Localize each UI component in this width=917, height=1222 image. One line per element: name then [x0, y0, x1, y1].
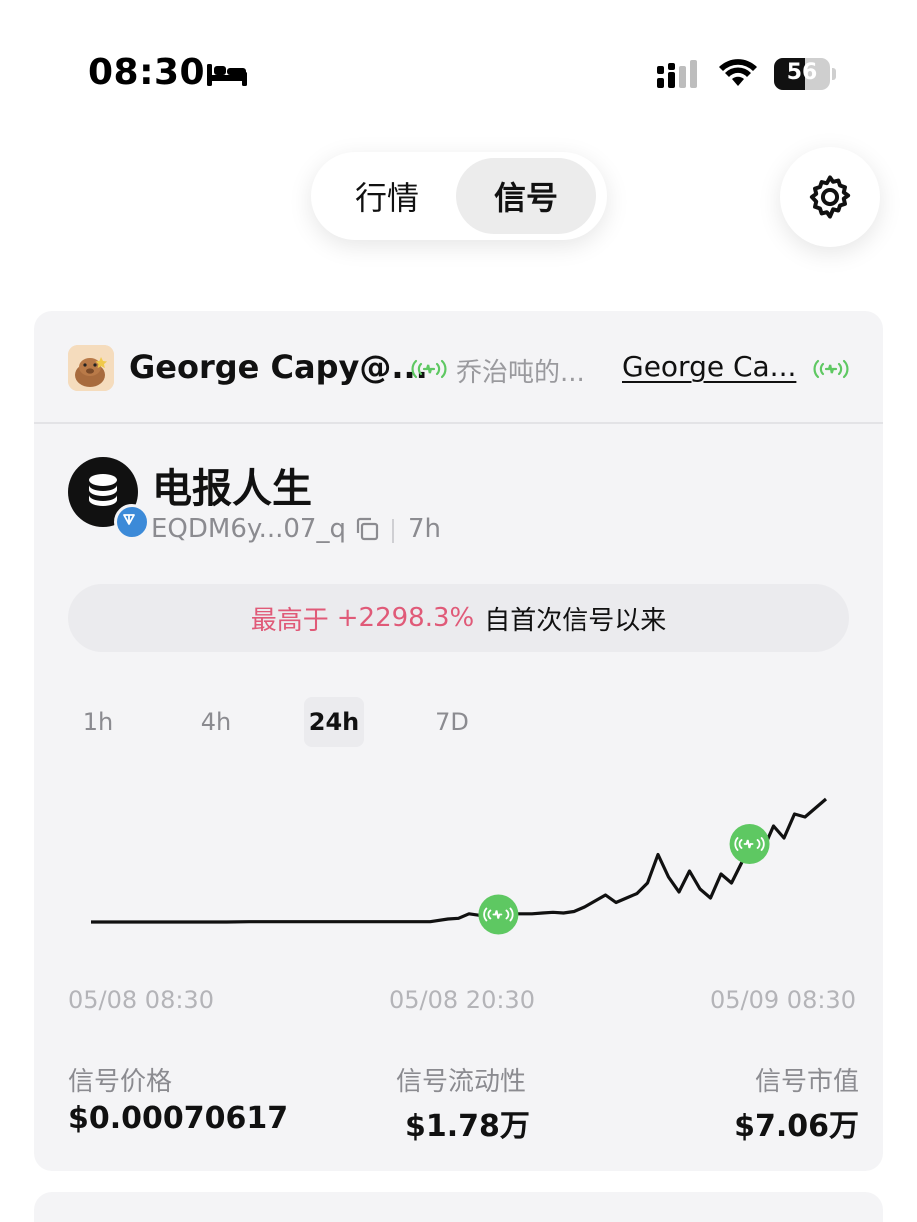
top-tab-switcher: 行情 信号 — [311, 152, 607, 240]
gain-percentage: +2298.3% — [336, 603, 475, 633]
range-tab-24h[interactable]: 24h — [304, 697, 364, 747]
sender-name[interactable]: George Capy@... — [129, 348, 428, 386]
x-axis-label-end: 05/09 08:30 — [710, 986, 856, 1014]
divider — [392, 519, 394, 543]
group-name: 乔治吨的... — [456, 358, 585, 388]
signal-marker-1[interactable] — [478, 894, 519, 935]
signal-marker-2[interactable] — [729, 824, 770, 864]
gain-banner: 最高于 +2298.3% 自首次信号以来 — [68, 584, 849, 652]
token-address: EQDM6y...07_q — [151, 514, 346, 544]
tab-market[interactable]: 行情 — [317, 158, 457, 234]
liquidity-label: 信号流动性 — [396, 1067, 527, 1097]
range-tab-7d[interactable]: 7D — [422, 697, 482, 747]
gear-icon — [809, 175, 851, 219]
x-axis-label-mid: 05/08 20:30 — [389, 986, 535, 1014]
group-link[interactable]: George Ca... — [622, 350, 796, 383]
market-cap-label: 信号市值 — [754, 1067, 859, 1097]
signal-broadcast-icon — [411, 359, 447, 379]
tab-signal[interactable]: 信号 — [456, 158, 596, 234]
cellular-signal-icon — [657, 60, 697, 88]
status-time: 08:30 — [88, 52, 206, 93]
price-value: $0.00070617 — [68, 1101, 289, 1136]
battery-tip — [832, 68, 836, 80]
battery-indicator: 56 — [774, 58, 830, 90]
price-line — [91, 797, 828, 924]
signal-card[interactable]: George Capy@... 乔治吨的... George Ca... 电报人… — [34, 311, 883, 1171]
gain-suffix: 自首次信号以来 — [484, 605, 667, 636]
battery-level: 56 — [786, 60, 818, 85]
settings-button[interactable] — [780, 147, 880, 247]
token-name: 电报人生 — [152, 466, 312, 512]
wifi-icon — [719, 59, 757, 86]
range-tab-1h[interactable]: 1h — [68, 697, 128, 747]
liquidity-value: $1.78万 — [405, 1109, 530, 1144]
next-signal-card[interactable] — [34, 1192, 883, 1222]
price-chart[interactable] — [34, 771, 883, 971]
market-cap-value: $7.06万 — [734, 1109, 859, 1144]
signal-source-header: George Capy@... 乔治吨的... George Ca... — [34, 311, 883, 424]
price-label: 信号价格 — [68, 1067, 173, 1097]
gain-prefix: 最高于 — [250, 605, 329, 636]
copy-icon[interactable] — [354, 516, 380, 542]
signal-broadcast-icon — [813, 359, 849, 379]
range-tab-4h[interactable]: 4h — [186, 697, 246, 747]
token-age: 7h — [408, 514, 442, 544]
x-axis-label-start: 05/08 08:30 — [68, 986, 214, 1014]
bed-icon — [207, 64, 247, 86]
ton-icon — [114, 504, 150, 540]
sender-avatar[interactable] — [68, 345, 114, 391]
